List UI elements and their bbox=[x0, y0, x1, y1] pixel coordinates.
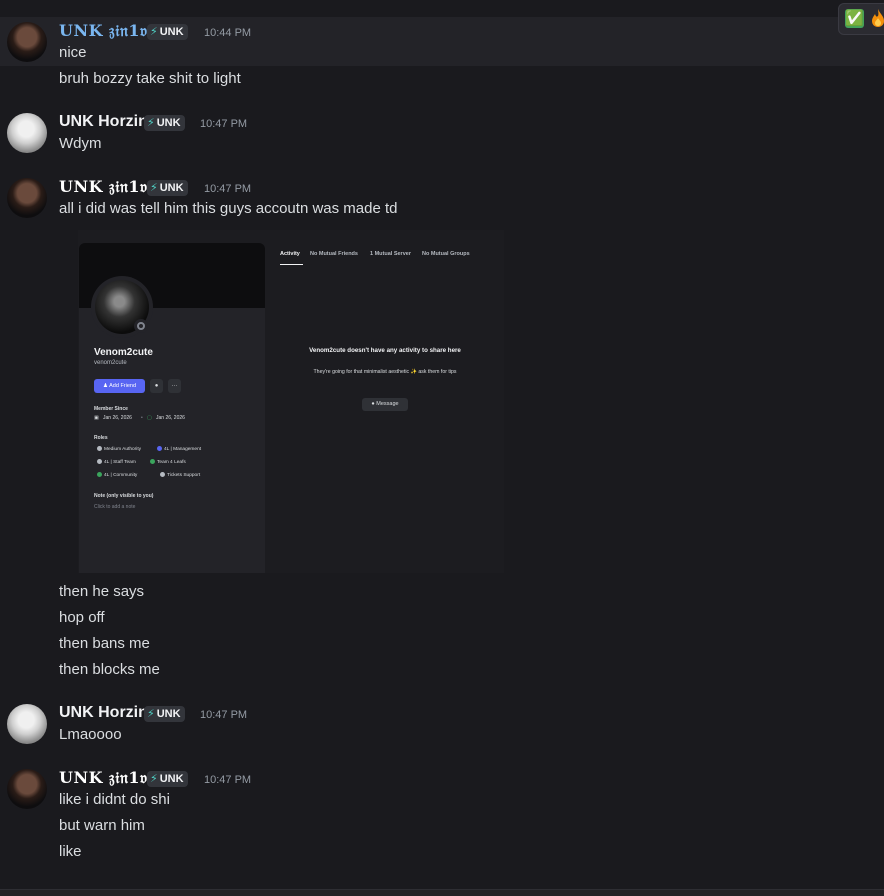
message-text: then blocks me bbox=[59, 661, 160, 678]
member-since-label: Member Since bbox=[94, 406, 128, 412]
active-tab-indicator bbox=[280, 264, 303, 265]
separator-dot: • bbox=[141, 415, 143, 421]
member-since-discord: Jan 26, 2026 bbox=[103, 415, 132, 421]
message-text: bruh bozzy take shit to light bbox=[59, 70, 241, 87]
server-tag[interactable]: ⚡ UNK bbox=[144, 706, 185, 722]
message-text: then he says bbox=[59, 583, 145, 600]
server-tag[interactable]: ⚡ UNK bbox=[147, 24, 188, 40]
timestamp: 10:47 PM bbox=[204, 183, 252, 195]
more-options-button: ··· bbox=[168, 379, 181, 393]
message-text: hop off bbox=[59, 609, 105, 626]
message-text: Lmaoooo bbox=[59, 726, 122, 743]
timestamp: 10:47 PM bbox=[200, 118, 248, 130]
author-name[interactable]: UNK Horzin bbox=[59, 112, 148, 132]
author-name[interactable]: UNK 𝔷𝔦𝔫1𝔳 bbox=[59, 177, 148, 197]
add-friend-label: Add Friend bbox=[109, 383, 137, 389]
avatar[interactable] bbox=[7, 178, 47, 218]
role-chip: Medium Authority bbox=[95, 444, 144, 455]
server-tag-label: UNK bbox=[156, 117, 181, 129]
role-color-dot bbox=[157, 446, 162, 451]
server-tag-label: UNK bbox=[156, 708, 181, 720]
add-friend-button: ♟ Add Friend bbox=[94, 379, 145, 393]
server-tag-label: UNK bbox=[159, 26, 184, 38]
server-tag-label: UNK bbox=[159, 182, 184, 194]
discord-logo-icon: ▣ bbox=[94, 415, 99, 421]
message-text: then bans me bbox=[59, 635, 150, 652]
avatar[interactable] bbox=[7, 704, 47, 744]
message-text: like i didnt do shi bbox=[59, 791, 170, 808]
roles-label: Roles bbox=[94, 435, 108, 441]
message-text: Wdym bbox=[59, 135, 102, 152]
role-chip: Team 4 Leafs bbox=[148, 457, 189, 468]
bolt-icon: ⚡ bbox=[147, 117, 155, 129]
server-tag[interactable]: ⚡ UNK bbox=[147, 771, 188, 787]
server-tag[interactable]: ⚡ UNK bbox=[147, 180, 188, 196]
message-text: nice bbox=[59, 44, 87, 61]
reaction-check-button[interactable]: ✅ bbox=[845, 9, 864, 28]
server-tag-label: UNK bbox=[159, 773, 184, 785]
role-chip: Tickets Support bbox=[158, 470, 203, 481]
message-text: like bbox=[59, 843, 82, 860]
avatar[interactable] bbox=[7, 769, 47, 809]
profile-username: venom2cute bbox=[94, 360, 127, 366]
image-attachment[interactable]: Venom2cute venom2cute ♟ Add Friend ● ···… bbox=[78, 230, 504, 573]
bolt-icon: ⚡ bbox=[150, 773, 158, 785]
note-placeholder: Click to add a note bbox=[94, 504, 136, 510]
author-name[interactable]: UNK 𝔷𝔦𝔫1𝔳 bbox=[59, 768, 148, 788]
tab-mutual-friends: No Mutual Friends bbox=[310, 251, 358, 257]
message-button-label: Message bbox=[376, 401, 399, 407]
role-chip: 4L | Staff Team bbox=[95, 457, 139, 468]
avatar[interactable] bbox=[7, 22, 47, 62]
reaction-fire-icon[interactable] bbox=[870, 8, 884, 28]
message-bubble-icon: ● bbox=[150, 379, 163, 393]
activity-empty-subtitle: They're going for that minimalist aesthe… bbox=[313, 369, 457, 375]
member-since-server: Jan 26, 2026 bbox=[156, 415, 185, 421]
message-text: but warn him bbox=[59, 817, 145, 834]
activity-empty-title: Venom2cute doesn't have any activity to … bbox=[309, 347, 461, 354]
profile-display-name: Venom2cute bbox=[94, 347, 153, 358]
tab-activity: Activity bbox=[280, 251, 300, 257]
message-composer-edge[interactable] bbox=[0, 889, 884, 896]
timestamp: 10:47 PM bbox=[200, 709, 248, 721]
tab-mutual-servers: 1 Mutual Server bbox=[370, 251, 411, 257]
server-icon: ▢ bbox=[147, 415, 152, 421]
bolt-icon: ⚡ bbox=[150, 182, 158, 194]
profile-card: Venom2cute venom2cute ♟ Add Friend ● ···… bbox=[79, 243, 265, 573]
role-color-dot bbox=[97, 446, 102, 451]
role-color-dot bbox=[97, 459, 102, 464]
status-offline-icon bbox=[134, 319, 148, 333]
note-label: Note (only visible to you) bbox=[94, 493, 154, 499]
bolt-icon: ⚡ bbox=[147, 708, 155, 720]
role-color-dot bbox=[150, 459, 155, 464]
message-button: ● Message bbox=[362, 398, 408, 411]
server-tag[interactable]: ⚡ UNK bbox=[144, 115, 185, 131]
role-chip: 4L | Management bbox=[155, 444, 204, 455]
author-name[interactable]: UNK Horzin bbox=[59, 703, 148, 723]
tab-mutual-groups: No Mutual Groups bbox=[422, 251, 470, 257]
timestamp: 10:44 PM bbox=[204, 27, 252, 39]
timestamp: 10:47 PM bbox=[204, 774, 252, 786]
bolt-icon: ⚡ bbox=[150, 26, 158, 38]
role-color-dot bbox=[160, 472, 165, 477]
role-chip: 4L | Community bbox=[95, 470, 140, 481]
message-text: all i did was tell him this guys accoutn… bbox=[59, 200, 398, 217]
author-name[interactable]: UNK 𝔷𝔦𝔫1𝔳 bbox=[59, 21, 148, 41]
avatar[interactable] bbox=[7, 113, 47, 153]
role-color-dot bbox=[97, 472, 102, 477]
